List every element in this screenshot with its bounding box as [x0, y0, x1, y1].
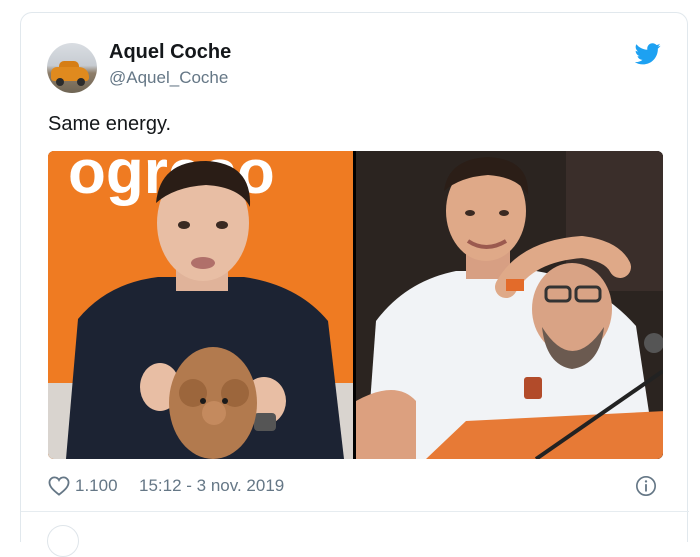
- divider: [21, 511, 689, 512]
- heart-icon[interactable]: [48, 476, 70, 496]
- photo-right[interactable]: [356, 151, 663, 459]
- photo-left[interactable]: ogreso: [48, 151, 353, 459]
- display-name[interactable]: Aquel Coche: [109, 41, 231, 64]
- like-count[interactable]: 1.100: [75, 476, 118, 496]
- avatar[interactable]: [47, 43, 97, 93]
- timestamp[interactable]: 15:12 - 3 nov. 2019: [139, 476, 284, 496]
- tweet-card: Aquel Coche @Aquel_Coche Same energy. og…: [20, 12, 689, 557]
- info-icon[interactable]: [635, 475, 657, 497]
- username[interactable]: @Aquel_Coche: [109, 68, 228, 88]
- twitter-bird-icon[interactable]: [635, 43, 661, 65]
- tweet-text: Same energy.: [48, 113, 172, 135]
- tweet-media[interactable]: ogreso: [48, 151, 663, 459]
- next-item-avatar: [47, 525, 79, 557]
